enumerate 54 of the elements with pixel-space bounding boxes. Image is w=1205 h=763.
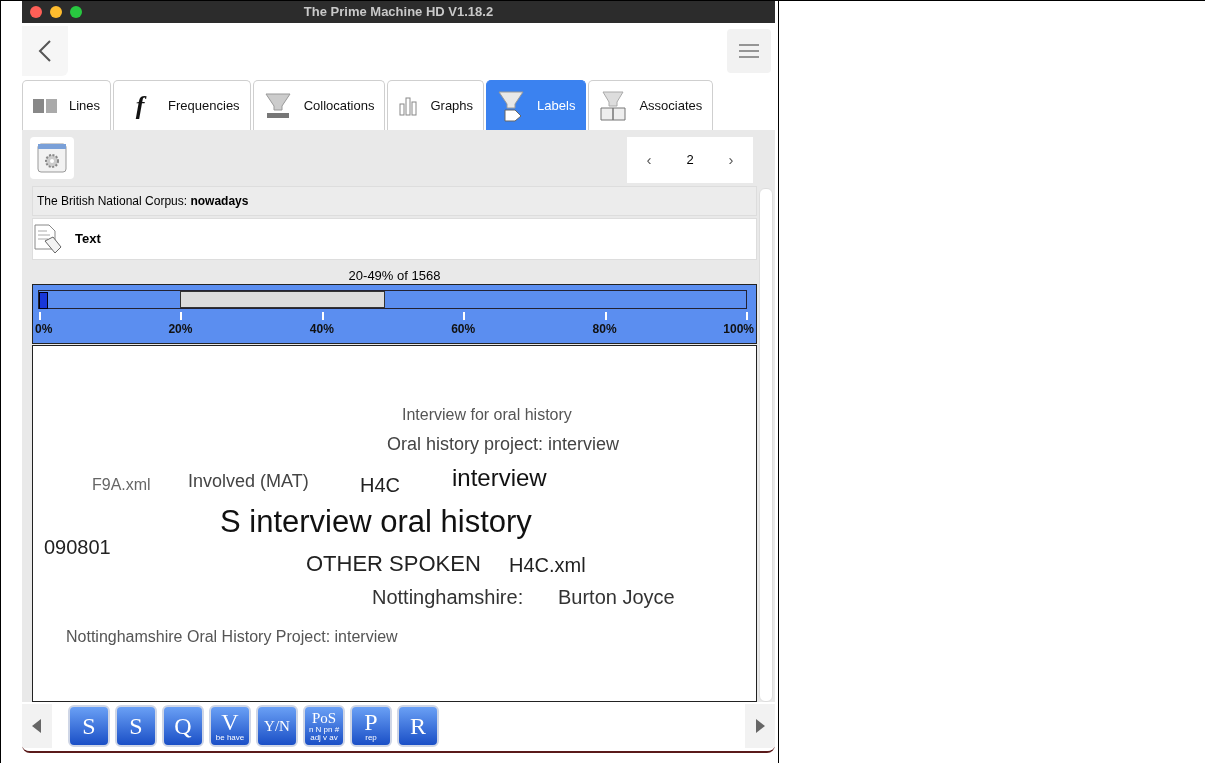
funnel-tag-icon [497,89,526,122]
tab[interactable]: Collocations [252,80,386,131]
tab[interactable]: Associates [588,80,714,131]
book-icon [599,89,628,122]
tool-button[interactable]: Y/N [256,705,298,748]
cloud-label[interactable]: Nottinghamshire Oral History Project: interview [66,627,398,646]
scroll-right-button[interactable] [745,704,775,749]
tab[interactable]: Graphs [387,80,485,131]
cloud-label[interactable]: OTHER SPOKEN [306,550,481,577]
back-button[interactable] [22,25,68,76]
tool-button[interactable]: S [68,705,110,748]
tab[interactable]: f Frequencies [113,80,251,131]
cloud-label[interactable]: Nottinghamshire: [372,585,524,609]
tool-button[interactable]: R [397,705,439,748]
minimize-button[interactable] [50,5,62,18]
function-icon: f [124,90,157,121]
bar-chart-icon [398,95,419,116]
tool-button[interactable]: Q [162,705,204,748]
next-page-button[interactable]: › [724,147,738,173]
cloud-label[interactable]: H4C.xml [509,553,586,577]
page-stepper[interactable]: ‹ 2 › [627,137,753,183]
tab[interactable]: Lines [22,80,112,131]
cloud-label[interactable]: Involved (MAT) [188,470,309,492]
tool-button[interactable]: V be have [209,705,251,748]
cloud-label[interactable]: S interview oral history [220,503,532,540]
scroll-left-button[interactable] [22,704,52,749]
tool-button[interactable]: PoS n N pn # adj v av [303,705,345,748]
menu-button[interactable] [727,28,771,73]
cloud-label[interactable]: 090801 [44,535,111,559]
zoom-button[interactable] [70,5,82,18]
settings-button[interactable] [30,137,74,179]
corpus-query: The British National Corpus: nowadays [37,193,249,208]
right-triangle-icon [755,719,765,734]
previous-page-button[interactable]: ‹ [642,147,656,173]
cloud-label[interactable]: interview [452,463,547,492]
cloud-label[interactable]: Burton Joyce [558,585,675,609]
tab[interactable]: Labels [486,80,587,131]
section-title: Text [75,231,101,247]
window-title: The Prime Machine HD V1.18.2 [303,4,494,20]
tool-button[interactable]: S [115,705,157,748]
close-button[interactable] [30,5,42,18]
scrollbar[interactable] [759,187,773,702]
cloud-label[interactable]: H4C [360,473,400,497]
tool-button[interactable]: P rep [350,705,392,748]
cloud-label[interactable]: F9A.xml [92,475,151,494]
grid-icon [33,98,57,113]
back-chevron-icon [38,38,52,63]
range-caption: 20-49% of 1568 [347,266,442,284]
page-number: 2 [686,152,694,168]
left-triangle-icon [32,719,42,734]
cloud-label[interactable]: Interview for oral history [402,405,572,424]
funnel-icon [263,91,292,120]
cloud-label[interactable]: Oral history project: interview [387,433,620,455]
menu-icon [739,43,759,58]
